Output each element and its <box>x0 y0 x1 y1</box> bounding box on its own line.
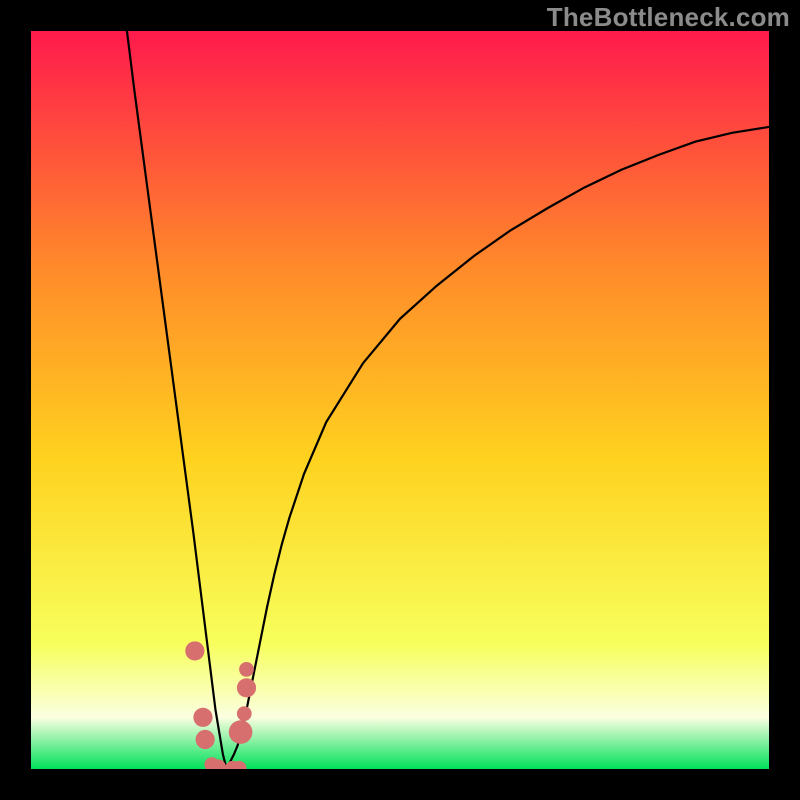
watermark-text: TheBottleneck.com <box>547 2 790 33</box>
chart-svg <box>31 31 769 769</box>
marker-point <box>237 706 252 721</box>
marker-point <box>185 641 204 660</box>
marker-point <box>239 662 254 677</box>
chart-frame: TheBottleneck.com <box>0 0 800 800</box>
marker-point <box>229 720 253 744</box>
marker-point <box>237 678 256 697</box>
marker-point <box>196 730 215 749</box>
chart-plot-area <box>31 31 769 769</box>
marker-point <box>193 708 212 727</box>
